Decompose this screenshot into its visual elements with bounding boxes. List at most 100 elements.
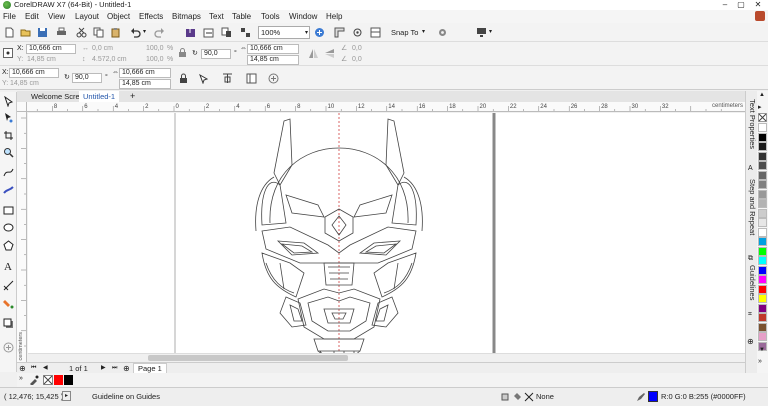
palette-swatch[interactable] [758, 294, 767, 303]
docker-tab-step-and-repeat[interactable]: Step and Repeat [747, 179, 757, 235]
snap-to-button[interactable]: Snap To [391, 28, 418, 37]
paste-icon[interactable] [110, 27, 121, 38]
maximize-icon[interactable]: ▢ [734, 0, 748, 10]
menu-window[interactable]: Window [289, 10, 317, 23]
palette-swatch[interactable] [758, 170, 767, 180]
palette-swatch[interactable] [758, 313, 767, 322]
guideline-x-field-2[interactable]: 10,666 cm [119, 68, 171, 78]
copy-icon[interactable] [93, 27, 104, 38]
status-expand-icon[interactable]: ▸ [62, 391, 71, 401]
print-icon[interactable] [56, 27, 67, 38]
minimize-icon[interactable]: – [718, 0, 732, 10]
step-repeat-icon[interactable]: ⧉ [748, 255, 753, 263]
menu-table[interactable]: Table [232, 10, 251, 23]
palette-swatch[interactable] [758, 332, 767, 341]
zoom-level-select[interactable]: 100% ▾ [258, 26, 310, 39]
interactive-fill-tool-icon[interactable] [3, 298, 14, 309]
parallel-dimension-tool-icon[interactable] [3, 280, 14, 291]
object-origin-icon[interactable] [3, 48, 13, 58]
open-folder-icon[interactable] [20, 27, 31, 38]
angle-of-rotation-field[interactable]: 90,0 [201, 49, 231, 59]
freehand-tool-icon[interactable] [3, 167, 14, 178]
show-rulers-icon[interactable] [334, 27, 345, 38]
horizontal-ruler[interactable]: 8 6 4 2 0 2 4 6 8 10 12 14 16 18 20 22 24 26 28 30 32 centim… [27, 102, 745, 112]
palette-swatch[interactable] [758, 161, 767, 170]
x-position-field[interactable]: 10,666 cm [26, 44, 76, 54]
rectangle-tool-icon[interactable] [3, 205, 14, 216]
palette-swatch[interactable] [758, 132, 767, 142]
lock-ratio-icon[interactable] [178, 48, 187, 58]
menu-tools[interactable]: Tools [261, 10, 280, 23]
show-grid-icon[interactable] [352, 27, 363, 38]
palette-swatch[interactable] [758, 256, 767, 265]
no-color-swatch[interactable] [43, 375, 53, 385]
text-tool-icon[interactable]: A [3, 260, 14, 271]
palette-swatch[interactable] [758, 246, 767, 256]
guideline-x-field[interactable]: 10,666 cm [247, 44, 299, 54]
outline-pen-icon[interactable] [636, 392, 646, 402]
palette-swatch[interactable] [758, 322, 767, 332]
add-tool-icon[interactable] [3, 342, 14, 353]
palette-swatch[interactable] [758, 199, 767, 208]
drawing-canvas[interactable] [28, 113, 745, 362]
horizontal-scroll-thumb[interactable] [148, 355, 348, 361]
menu-view[interactable]: View [48, 10, 65, 23]
palette-swatch[interactable] [758, 237, 767, 246]
guideline-options-icon[interactable] [246, 73, 257, 84]
drop-shadow-tool-icon[interactable] [3, 318, 14, 329]
menu-bitmaps[interactable]: Bitmaps [172, 10, 201, 23]
user-account-icon[interactable] [755, 11, 765, 21]
polygon-tool-icon[interactable] [3, 240, 14, 251]
palette-scroll-up-icon[interactable]: ▲ [759, 92, 765, 98]
fill-bucket-icon[interactable] [512, 392, 522, 402]
pick-tool-icon[interactable] [3, 96, 14, 107]
save-icon[interactable] [37, 27, 48, 38]
undo-dropdown-icon[interactable]: ▾ [143, 28, 146, 35]
palette-no-color-swatch[interactable] [758, 113, 767, 122]
screen-view-dropdown-icon[interactable]: ▾ [489, 28, 492, 35]
undo-icon[interactable] [130, 27, 141, 38]
palette-swatch[interactable] [758, 218, 767, 227]
zoom-tool-icon[interactable] [3, 147, 14, 158]
full-screen-preview-icon[interactable] [314, 27, 325, 38]
menu-effects[interactable]: Effects [139, 10, 163, 23]
horizontal-scrollbar[interactable] [28, 353, 745, 362]
palette-swatch[interactable] [758, 265, 767, 275]
document-palette-swatch[interactable] [64, 375, 73, 385]
menu-text[interactable]: Text [209, 10, 224, 23]
guideline-settings-icon[interactable] [222, 73, 233, 84]
mirror-vertical-icon[interactable] [324, 48, 335, 59]
guideline-y-field-2[interactable]: 14,85 cm [119, 79, 171, 89]
close-icon[interactable]: ✕ [751, 0, 765, 10]
palette-swatch[interactable] [758, 275, 767, 284]
palette-expand-icon[interactable]: » [19, 375, 23, 382]
docker-tab-guidelines[interactable]: Guidelines [747, 265, 757, 300]
artistic-media-tool-icon[interactable] [3, 185, 14, 196]
redo-icon[interactable] [154, 27, 165, 38]
palette-menu-icon[interactable]: ▸ [758, 103, 762, 111]
palette-swatch[interactable] [758, 123, 767, 132]
palette-swatch[interactable] [758, 227, 767, 237]
fill-color-icon[interactable] [500, 392, 510, 402]
outline-color-swatch[interactable] [648, 391, 658, 402]
menu-help[interactable]: Help [326, 10, 342, 23]
ruler-origin-corner[interactable] [17, 102, 27, 112]
add-tab-button[interactable]: + [126, 91, 139, 102]
palette-scroll-down-icon[interactable]: ▼ [759, 347, 765, 353]
palette-swatch[interactable] [758, 180, 767, 189]
docker-tab-text-properties[interactable]: Text Properties [747, 99, 757, 149]
menu-object[interactable]: Object [107, 10, 130, 23]
menu-edit[interactable]: Edit [25, 10, 39, 23]
guidelines-icon[interactable]: ⌗ [748, 311, 752, 319]
add-circle-icon[interactable] [268, 73, 279, 84]
screen-view-icon[interactable] [476, 27, 487, 38]
cut-icon[interactable] [76, 27, 87, 38]
publish-pdf-icon[interactable] [221, 27, 232, 38]
palette-swatch[interactable] [758, 303, 767, 313]
import-icon[interactable] [185, 27, 196, 38]
shape-tool-icon[interactable] [3, 112, 14, 123]
application-launcher-icon[interactable] [240, 27, 251, 38]
guideline-y-field[interactable]: 14,85 cm [247, 55, 299, 65]
palette-swatch[interactable] [758, 284, 767, 294]
palette-expand-icon-2[interactable]: » [758, 358, 762, 365]
